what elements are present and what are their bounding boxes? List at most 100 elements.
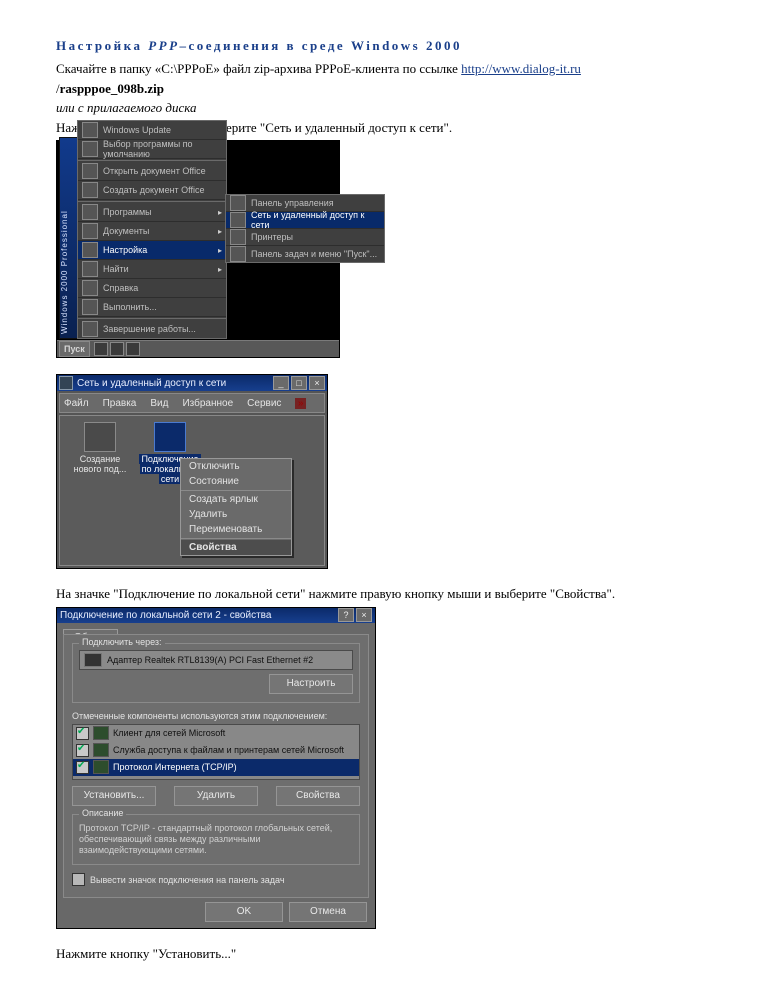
- ctx-separator: [181, 490, 291, 491]
- cd-note: или с прилагаемого диска: [56, 99, 712, 117]
- submenu-item-network[interactable]: Сеть и удаленный доступ к сети: [226, 212, 384, 229]
- menu-item[interactable]: Программы▸: [78, 203, 226, 222]
- ctx-item[interactable]: Создать ярлык: [181, 492, 291, 507]
- maximize-button[interactable]: □: [291, 376, 307, 390]
- zip-line: /raspppoe_098b.zip: [56, 80, 712, 98]
- list-item[interactable]: Клиент для сетей Microsoft: [73, 725, 359, 742]
- menu-item[interactable]: Создать документ Office: [78, 181, 226, 200]
- install-button[interactable]: Установить...: [72, 786, 156, 806]
- title-ppp: PPP: [148, 38, 179, 53]
- step3-text: Нажмите кнопку "Установить...": [56, 945, 712, 963]
- close-button[interactable]: ×: [356, 608, 372, 622]
- menu-icon: [82, 204, 98, 220]
- ok-button[interactable]: OK: [205, 902, 283, 922]
- close-button[interactable]: ×: [309, 376, 325, 390]
- intro-text: Скачайте в папку «C:\PPPoE» файл zip-арх…: [56, 61, 461, 76]
- menu-item[interactable]: Завершение работы...: [78, 320, 226, 338]
- menu-view[interactable]: Вид: [150, 398, 168, 409]
- help-button[interactable]: ?: [338, 608, 354, 622]
- configure-button[interactable]: Настроить: [269, 674, 353, 694]
- menu-overflow-icon[interactable]: »: [295, 398, 306, 409]
- menu-icon: [82, 280, 98, 296]
- menu-icon: [82, 223, 98, 239]
- submenu-item[interactable]: Панель задач и меню "Пуск"...: [226, 246, 384, 262]
- adapter-name: Адаптер Realtek RTL8139(A) PCI Fast Ethe…: [107, 655, 313, 665]
- folder-body: Создание нового под... Подключение по ло…: [59, 415, 325, 566]
- menu-fav[interactable]: Избранное: [182, 398, 233, 409]
- nic-icon: [84, 653, 102, 667]
- components-list[interactable]: Клиент для сетей Microsoft Служба доступ…: [72, 724, 360, 780]
- menu-item-settings[interactable]: Настройка▸: [78, 241, 226, 260]
- window-icon: [59, 376, 73, 390]
- icon-new-connection[interactable]: Создание нового под...: [68, 422, 132, 474]
- checkbox-icon[interactable]: [76, 761, 89, 774]
- menu-icon: [82, 242, 98, 258]
- icon-label: Создание нового под...: [68, 454, 132, 474]
- title-post: –соединения в среде Windows 2000: [180, 38, 462, 53]
- remove-button[interactable]: Удалить: [174, 786, 258, 806]
- menu-file[interactable]: Файл: [64, 398, 89, 409]
- download-link[interactable]: http://www.dialog-it.ru: [461, 61, 581, 76]
- list-item[interactable]: Служба доступа к файлам и принтерам сете…: [73, 742, 359, 759]
- menu-icon: [82, 122, 98, 138]
- ctx-item[interactable]: Удалить: [181, 507, 291, 522]
- component-buttons: Установить... Удалить Свойства: [72, 786, 360, 806]
- window-title: Сеть и удаленный доступ к сети: [77, 378, 226, 389]
- screenshot-properties-dialog: Подключение по локальной сети 2 - свойст…: [56, 607, 376, 929]
- checkbox-icon[interactable]: [76, 727, 89, 740]
- group-label: Подключить через:: [79, 637, 165, 647]
- menu-item[interactable]: Документы▸: [78, 222, 226, 241]
- quicklaunch-icon[interactable]: [94, 342, 108, 356]
- menu-edit[interactable]: Правка: [103, 398, 137, 409]
- ctx-item-properties[interactable]: Свойства: [181, 540, 291, 555]
- menu-item[interactable]: Выполнить...: [78, 298, 226, 317]
- cancel-button[interactable]: Отмена: [289, 902, 367, 922]
- list-item-tcpip[interactable]: Протокол Интернета (TCP/IP): [73, 759, 359, 776]
- ctx-item[interactable]: Отключить: [181, 459, 291, 474]
- chevron-right-icon: ▸: [218, 246, 222, 255]
- menu-item[interactable]: Найти▸: [78, 260, 226, 279]
- menu-icon: [82, 163, 98, 179]
- menu-bar: Файл Правка Вид Избранное Сервис »: [59, 393, 325, 413]
- ctx-item[interactable]: Переименовать: [181, 522, 291, 537]
- menu-item[interactable]: Windows Update: [78, 121, 226, 140]
- quicklaunch-icon[interactable]: [126, 342, 140, 356]
- dialog-title: Подключение по локальной сети 2 - свойст…: [60, 610, 271, 621]
- lan-icon: [154, 422, 186, 452]
- adapter-field: Адаптер Realtek RTL8139(A) PCI Fast Ethe…: [79, 650, 353, 670]
- start-button[interactable]: Пуск: [59, 341, 90, 357]
- checkbox-icon[interactable]: [72, 873, 85, 886]
- show-icon-checkbox[interactable]: Вывести значок подключения на панель зад…: [72, 873, 360, 886]
- step2-text: На значке "Подключение по локальной сети…: [56, 585, 712, 603]
- screenshot-start-menu: Windows 2000 Professional Windows Update…: [56, 140, 340, 358]
- title-pre: Настройка: [56, 38, 148, 53]
- checkbox-label: Вывести значок подключения на панель зад…: [90, 875, 285, 885]
- menu-icon: [82, 182, 98, 198]
- icon-label: сети: [159, 474, 181, 484]
- description-text: Протокол TCP/IP - стандартный протокол г…: [79, 823, 353, 857]
- properties-button[interactable]: Свойства: [276, 786, 360, 806]
- checkbox-icon[interactable]: [76, 744, 89, 757]
- menu-item[interactable]: Выбор программы по умолчанию: [78, 140, 226, 159]
- submenu-item[interactable]: Принтеры: [226, 229, 384, 246]
- component-icon: [93, 743, 109, 757]
- window-titlebar: Сеть и удаленный доступ к сети _ □ ×: [57, 375, 327, 391]
- menu-icon: [82, 141, 98, 157]
- start-menu-column: Windows Update Выбор программы по умолча…: [77, 120, 227, 339]
- components-label: Отмеченные компоненты используются этим …: [72, 711, 360, 721]
- intro-paragraph: Скачайте в папку «C:\PPPoE» файл zip-арх…: [56, 60, 712, 78]
- quicklaunch-icon[interactable]: [110, 342, 124, 356]
- context-menu: Отключить Состояние Создать ярлык Удалит…: [180, 458, 292, 556]
- menu-icon: [230, 246, 246, 262]
- zip-filename: raspppoe_098b.zip: [60, 81, 164, 96]
- menu-icon: [82, 299, 98, 315]
- menu-icon: [230, 195, 246, 211]
- ctx-item[interactable]: Состояние: [181, 474, 291, 489]
- chevron-right-icon: ▸: [218, 227, 222, 236]
- minimize-button[interactable]: _: [273, 376, 289, 390]
- menu-item[interactable]: Справка: [78, 279, 226, 298]
- menu-item[interactable]: Открыть документ Office: [78, 162, 226, 181]
- group-label: Описание: [79, 808, 126, 818]
- group-description: Описание Протокол TCP/IP - стандартный п…: [72, 814, 360, 866]
- menu-tools[interactable]: Сервис: [247, 398, 281, 409]
